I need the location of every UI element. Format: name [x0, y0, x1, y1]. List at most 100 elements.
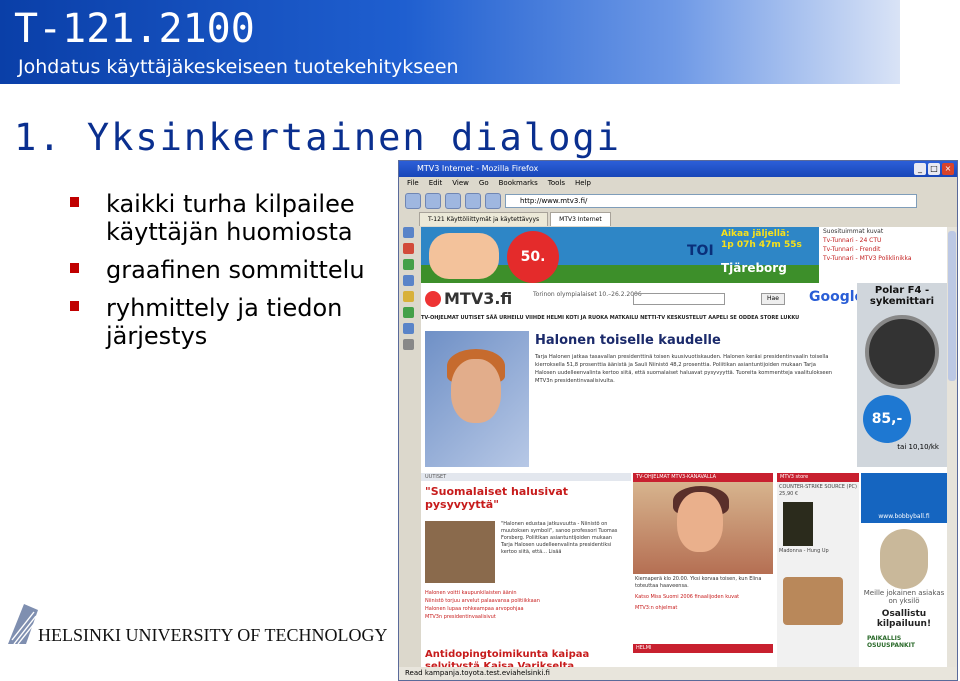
side-link[interactable]: Suosituimmat kuvat: [823, 227, 943, 236]
bullet-square-icon: [70, 197, 79, 207]
news-image[interactable]: [425, 521, 495, 583]
slide-title: 1. Yksinkertainen dialogi: [14, 116, 621, 159]
right-ads: www.bobbyball.fi Meille jokainen asiakas…: [861, 473, 947, 667]
watch-icon: [865, 315, 939, 389]
game-box-image[interactable]: [783, 502, 813, 546]
ad-photo: [429, 233, 499, 279]
polar-installment: tai 10,10/kk: [897, 443, 939, 451]
bullet-square-icon: [70, 263, 79, 273]
news-links: Halonen voitti kaupunkilaisten äänin Nii…: [425, 589, 625, 621]
search-button[interactable]: Hae: [761, 293, 785, 305]
scrollbar[interactable]: [947, 227, 957, 667]
forward-icon[interactable]: [425, 193, 441, 209]
web-page: 50. TOI Aikaa jäljellä: 1p 07h 47m 55s T…: [421, 227, 947, 667]
side-link[interactable]: Tv-Tunnari - 24 CTU: [823, 236, 943, 245]
stop-icon[interactable]: [465, 193, 481, 209]
menu-bar: File Edit View Go Bookmarks Tools Help: [399, 177, 957, 190]
mtv3-logo-icon: [425, 291, 441, 307]
bank-logo[interactable]: PAIKALLIS OSUUSPANKIT: [861, 635, 947, 649]
olympics-link[interactable]: Torinon olympialaiset 10.–26.2.2006: [533, 291, 642, 299]
store-item-2[interactable]: Madonna - Hung Up: [777, 546, 859, 557]
section-label: UUTISET: [421, 473, 631, 481]
tab-strip: T-121 Käyttöliittymät ja käytettävyys MT…: [399, 212, 957, 226]
sidebar-icon[interactable]: [403, 243, 414, 254]
bullet-list: kaikki turha kilpailee käyttäjän huomios…: [70, 190, 400, 360]
side-link[interactable]: Tv-Tunnari - MTV3 Poliklinikka: [823, 254, 943, 263]
news-link[interactable]: Halonen voitti kaupunkilaisten äänin: [425, 589, 625, 597]
menu-tools[interactable]: Tools: [548, 177, 565, 190]
home-icon[interactable]: [485, 193, 501, 209]
site-search-input[interactable]: [633, 293, 725, 305]
course-code: T-121.2100: [14, 6, 255, 52]
news-headline[interactable]: "Suomalaiset halusivat pysyvyyttä": [421, 481, 631, 511]
side-link[interactable]: Tv-Tunnari - Frendit: [823, 245, 943, 254]
close-icon[interactable]: ×: [942, 163, 954, 175]
polar-title: Polar F4 -sykemittari: [869, 285, 935, 307]
browser-window: MTV3 Internet - Mozilla Firefox _ □ × Fi…: [398, 160, 958, 681]
window-titlebar: MTV3 Internet - Mozilla Firefox _ □ ×: [399, 161, 957, 177]
news-link[interactable]: Halonen lupaa rohkeampaa arvopohjaa: [425, 605, 625, 613]
menu-view[interactable]: View: [452, 177, 469, 190]
news-photo[interactable]: [425, 331, 529, 467]
polar-ad[interactable]: Polar F4 -sykemittari 85,- tai 10,10/kk: [857, 283, 947, 467]
tv-text: Kiemaperä klo 20.00. Yksi korvaa toisen,…: [635, 576, 762, 589]
portrait-image[interactable]: [880, 529, 928, 589]
contest-link[interactable]: Osallistu kilpailuun!: [861, 609, 947, 629]
tv-section: TV-OHJELMAT MTV3-KANAVALLA Kiemaperä klo…: [633, 473, 773, 667]
store-label: MTV3 store: [777, 473, 859, 482]
tab-course[interactable]: T-121 Käyttöliittymät ja käytettävyys: [419, 212, 549, 226]
url-field[interactable]: http://www.mtv3.fi/: [505, 194, 917, 208]
bullet-square-icon: [70, 301, 79, 311]
tv-photo[interactable]: [633, 482, 773, 574]
site-nav[interactable]: TV-OHJELMAT UUTISET SÄÄ URHEILU VIIHDE H…: [421, 313, 851, 323]
menu-edit[interactable]: Edit: [429, 177, 443, 190]
tab-mtv3[interactable]: MTV3 Internet: [550, 212, 611, 226]
store-image[interactable]: [783, 577, 843, 625]
bullet-item: kaikki turha kilpailee käyttäjän huomios…: [70, 190, 400, 246]
sidebar-icon[interactable]: [403, 323, 414, 334]
helmi-bar: HELMI: [633, 644, 773, 653]
tv-link[interactable]: Katso Miss Suomi 2006 finaalijoden kuvat: [633, 592, 773, 603]
main-headline[interactable]: Halonen toiselle kaudelle: [535, 333, 721, 348]
sidebar-icon[interactable]: [403, 275, 414, 286]
bullet-item: graafinen sommittelu: [70, 256, 400, 284]
store-item[interactable]: COUNTER-STRIKE SOURCE (PC) 25,90 €: [777, 482, 859, 500]
news-link[interactable]: Niinistö torjuu arvelut palaavansa polit…: [425, 597, 625, 605]
menu-file[interactable]: File: [407, 177, 419, 190]
news-section: UUTISET "Suomalaiset halusivat pysyvyytt…: [421, 473, 631, 667]
news-headline-2[interactable]: Antidopingtoimikunta kaipaa selvitystä K…: [425, 649, 625, 667]
sidebar-icon[interactable]: [403, 307, 414, 318]
browser-sidebar: [403, 227, 417, 627]
mtv3-logo[interactable]: MTV3.fi: [425, 289, 512, 308]
nav-toolbar: http://www.mtv3.fi/: [399, 190, 957, 212]
status-bar: Read kampanja.toyota.test.eviahelsinki.f…: [399, 667, 957, 680]
tv-link[interactable]: MTV3:n ohjelmat: [633, 603, 773, 614]
sidebar-icon[interactable]: [403, 259, 414, 270]
course-name: Johdatus käyttäjäkeskeiseen tuotekehityk…: [18, 56, 459, 78]
header-band: T-121.2100 Johdatus käyttäjäkeskeiseen t…: [0, 0, 900, 84]
menu-go[interactable]: Go: [479, 177, 489, 190]
sidebar-icon[interactable]: [403, 339, 414, 350]
menu-help[interactable]: Help: [575, 177, 591, 190]
bullet-item: ryhmittely ja tiedon järjestys: [70, 294, 400, 350]
maximize-icon[interactable]: □: [928, 163, 940, 175]
ad-banner[interactable]: 50. TOI Aikaa jäljellä: 1p 07h 47m 55s T…: [421, 227, 819, 283]
bank-slogan: Meille jokainen asiakas on yksilö: [863, 589, 945, 605]
ad-brand-partial: TOI: [687, 243, 714, 259]
sidebar-icon[interactable]: [403, 291, 414, 302]
minimize-icon[interactable]: _: [914, 163, 926, 175]
back-icon[interactable]: [405, 193, 421, 209]
main-article: Tarja Halonen jatkaa tasavallan presiden…: [535, 354, 833, 384]
ad-badge: 50.: [507, 231, 559, 283]
news-text: "Halonen edustaa jatkuvuutta - Niinistö …: [501, 521, 618, 555]
bobbyball-banner[interactable]: www.bobbyball.fi: [861, 473, 947, 523]
sidebar-icon[interactable]: [403, 227, 414, 238]
scroll-thumb[interactable]: [948, 231, 956, 381]
news-link[interactable]: MTV3n presidentinvaalisivut: [425, 613, 625, 621]
university-name: HELSINKI UNIVERSITY OF TECHNOLOGY: [38, 625, 388, 645]
ad-promo: Aikaa jäljellä: 1p 07h 47m 55s: [721, 229, 802, 250]
tv-section-label: TV-OHJELMAT MTV3-KANAVALLA: [633, 473, 773, 482]
side-links: Suosituimmat kuvat Tv-Tunnari - 24 CTU T…: [823, 227, 943, 263]
reload-icon[interactable]: [445, 193, 461, 209]
menu-bookmarks[interactable]: Bookmarks: [499, 177, 538, 190]
